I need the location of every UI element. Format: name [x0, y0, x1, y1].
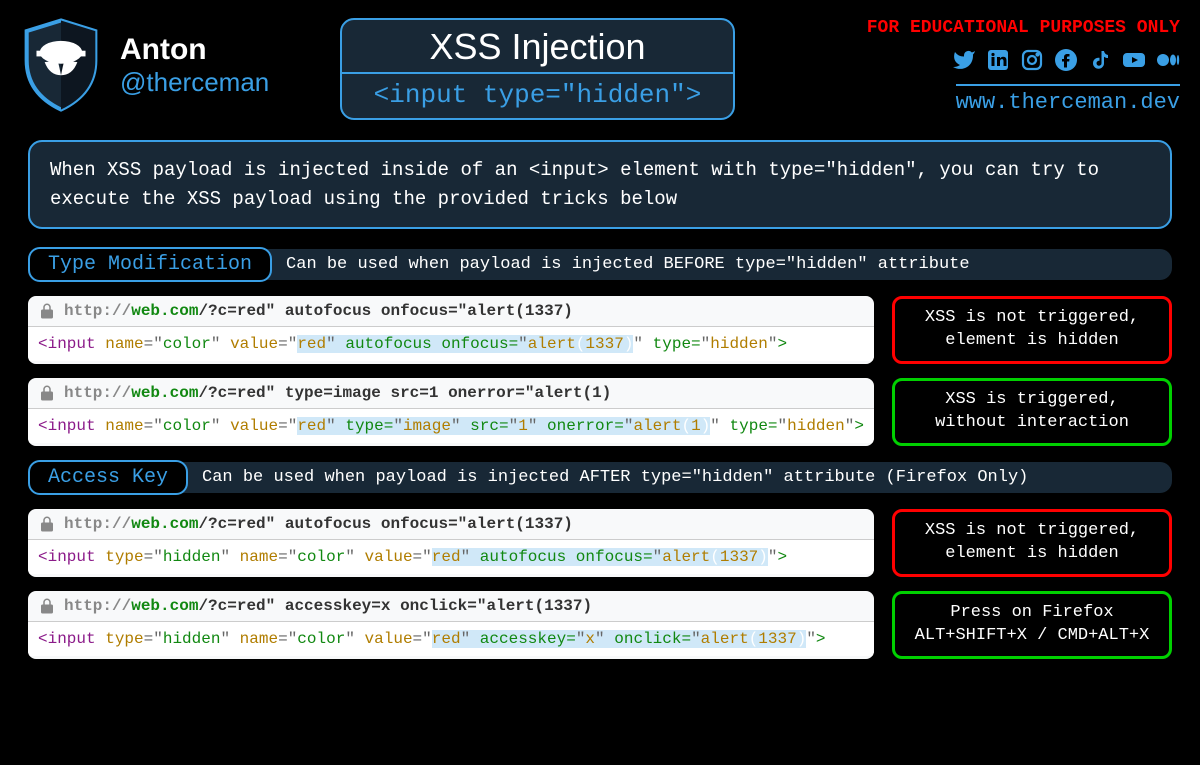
profile-handle[interactable]: @therceman [120, 67, 269, 98]
code-line: <input type="hidden" name="color" value=… [28, 540, 874, 574]
url-bar: http://web.com/?c=red" autofocus onfocus… [28, 509, 874, 540]
profile-name: Anton [120, 33, 269, 67]
result-box: XSS is triggered,without interaction [892, 378, 1172, 446]
code-line: <input name="color" value="red" autofocu… [28, 327, 874, 361]
educational-warning: FOR EDUCATIONAL PURPOSES ONLY [867, 18, 1180, 38]
code-block: http://web.com/?c=red" autofocus onfocus… [28, 296, 874, 364]
facebook-icon[interactable] [1054, 48, 1078, 80]
section-header: Access KeyCan be used when payload is in… [28, 460, 1172, 495]
result-box: XSS is not triggered,element is hidden [892, 296, 1172, 364]
example-row: http://web.com/?c=red" type=image src=1 … [28, 378, 1172, 446]
title-box: XSS Injection <input type="hidden"> [340, 18, 735, 120]
medium-icon[interactable] [1156, 48, 1180, 80]
code-line: <input name="color" value="red" type="im… [28, 409, 874, 443]
title-sub: <input type="hidden"> [342, 72, 733, 118]
website-link[interactable]: www.therceman.dev [956, 84, 1180, 115]
code-line: <input type="hidden" name="color" value=… [28, 622, 874, 656]
instagram-icon[interactable] [1020, 48, 1044, 80]
example-row: http://web.com/?c=red" accesskey=x oncli… [28, 591, 1172, 659]
result-box: Press on FirefoxALT+SHIFT+X / CMD+ALT+X [892, 591, 1172, 659]
intro-box: When XSS payload is injected inside of a… [28, 140, 1172, 229]
header: Anton @therceman XSS Injection <input ty… [20, 18, 1180, 120]
result-box: XSS is not triggered,element is hidden [892, 509, 1172, 577]
section-header: Type ModificationCan be used when payloa… [28, 247, 1172, 282]
profile: Anton @therceman [20, 18, 320, 112]
social-links [867, 48, 1180, 80]
right-column: FOR EDUCATIONAL PURPOSES ONLY www.therce… [867, 18, 1180, 115]
section-pill: Type Modification [28, 247, 272, 282]
code-block: http://web.com/?c=red" autofocus onfocus… [28, 509, 874, 577]
section-desc: Can be used when payload is injected AFT… [172, 462, 1172, 493]
url-bar: http://web.com/?c=red" accesskey=x oncli… [28, 591, 874, 622]
example-row: http://web.com/?c=red" autofocus onfocus… [28, 296, 1172, 364]
youtube-icon[interactable] [1122, 48, 1146, 80]
example-row: http://web.com/?c=red" autofocus onfocus… [28, 509, 1172, 577]
section-desc: Can be used when payload is injected BEF… [256, 249, 1172, 280]
twitter-icon[interactable] [952, 48, 976, 80]
section-pill: Access Key [28, 460, 188, 495]
tiktok-icon[interactable] [1088, 48, 1112, 80]
linkedin-icon[interactable] [986, 48, 1010, 80]
url-bar: http://web.com/?c=red" type=image src=1 … [28, 378, 874, 409]
title-main: XSS Injection [342, 20, 733, 72]
shield-icon [20, 18, 102, 112]
url-bar: http://web.com/?c=red" autofocus onfocus… [28, 296, 874, 327]
code-block: http://web.com/?c=red" type=image src=1 … [28, 378, 874, 446]
code-block: http://web.com/?c=red" accesskey=x oncli… [28, 591, 874, 659]
